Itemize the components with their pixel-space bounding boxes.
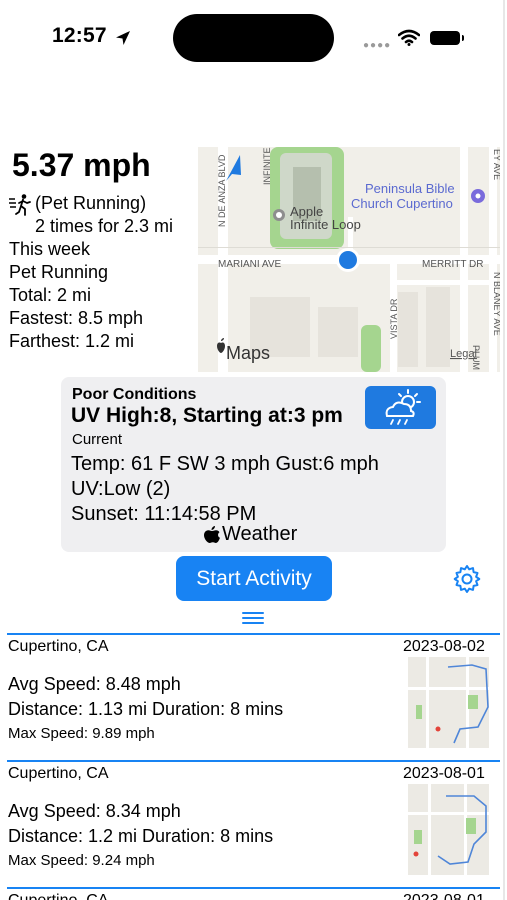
map-label-blaney: N BLANEY AVE	[492, 272, 500, 336]
map-label-ey: EY AVE	[492, 149, 500, 180]
dynamic-island	[173, 14, 334, 62]
activity-avg-speed: Avg Speed: 8.48 mph	[8, 674, 181, 694]
map-label-poi2: Infinite Loop	[290, 217, 361, 232]
activity-type: Pet Running	[9, 262, 109, 282]
activity-date: 2023-08-01	[403, 765, 485, 782]
signal-dots-icon: ●●●●	[363, 40, 392, 51]
map-label-place2: Church Cupertino	[351, 196, 453, 211]
weather-brand: Weather	[222, 523, 298, 545]
activity-city: Cupertino, CA	[8, 638, 109, 655]
menu-icon[interactable]	[242, 611, 264, 625]
start-activity-button[interactable]: Start Activity	[176, 556, 332, 601]
map-canvas: Peninsula Bible Church Cupertino Apple I…	[198, 147, 500, 372]
battery-icon	[430, 31, 460, 45]
total-distance: Total: 2 mi	[9, 285, 92, 305]
runner-icon	[9, 194, 31, 216]
fastest-speed: Fastest: 8.5 mph	[9, 308, 144, 328]
status-time: 12:57	[52, 24, 107, 47]
scroll-edge	[503, 0, 505, 900]
activity-city: Cupertino, CA	[8, 892, 109, 900]
activity-avg-speed: Avg Speed: 8.34 mph	[8, 801, 181, 821]
uv-alert: UV High:8, Starting at:3 pm	[71, 404, 343, 427]
map-label-merritt: MERRITT DR	[422, 259, 483, 270]
activity-max-speed: Max Speed: 9.24 mph	[8, 852, 155, 869]
current-speed: 5.37 mph	[12, 147, 151, 183]
map-label-place1: Peninsula Bible	[365, 181, 455, 196]
map-label-de-anza: N DE ANZA BLVD	[217, 154, 227, 227]
map-legal-link[interactable]: Legal	[450, 348, 477, 360]
weather-uv: UV:Low (2)	[71, 478, 171, 500]
activity-date: 2023-08-01	[403, 892, 485, 900]
weather-cloud-sun-icon	[385, 389, 421, 425]
period-label: This week	[9, 239, 91, 259]
activity-distance: Distance: 1.2 mi Duration: 8 mins	[8, 826, 274, 846]
map-label-infinite: INFINITE	[262, 148, 272, 186]
route-thumbnail	[408, 784, 489, 875]
route-thumbnail	[408, 657, 489, 748]
activity-row[interactable]: Cupertino, CA 2023-08-01	[0, 889, 503, 900]
weather-icon-button[interactable]	[365, 386, 436, 429]
apple-logo-icon	[204, 526, 220, 543]
activity-date: 2023-08-02	[403, 638, 485, 655]
location-arrow-icon	[116, 31, 130, 45]
gear-icon[interactable]	[451, 563, 483, 595]
map-view[interactable]: Peninsula Bible Church Cupertino Apple I…	[198, 147, 500, 372]
wifi-icon	[398, 29, 420, 46]
battery-tip	[462, 35, 464, 41]
activity-max-speed: Max Speed: 9.89 mph	[8, 725, 155, 742]
activity-row[interactable]: Cupertino, CA 2023-08-02 Avg Speed: 8.48…	[0, 635, 503, 759]
weather-temp: Temp: 61 F SW 3 mph Gust:6 mph	[71, 453, 379, 475]
map-label-mariani: MARIANI AVE	[218, 259, 281, 270]
map-brand: Maps	[226, 343, 270, 363]
farthest-distance: Farthest: 1.2 mi	[9, 331, 135, 351]
activity-row[interactable]: Cupertino, CA 2023-08-01 Avg Speed: 8.34…	[0, 762, 503, 886]
activity-times: 2 times for 2.3 mi	[35, 216, 174, 236]
current-label: Current	[72, 431, 123, 448]
activity-distance: Distance: 1.13 mi Duration: 8 mins	[8, 699, 284, 719]
activity-label: (Pet Running)	[35, 193, 147, 213]
map-label-vista: VISTA DR	[389, 298, 399, 339]
activity-city: Cupertino, CA	[8, 765, 109, 782]
conditions-label: Poor Conditions	[72, 386, 197, 403]
